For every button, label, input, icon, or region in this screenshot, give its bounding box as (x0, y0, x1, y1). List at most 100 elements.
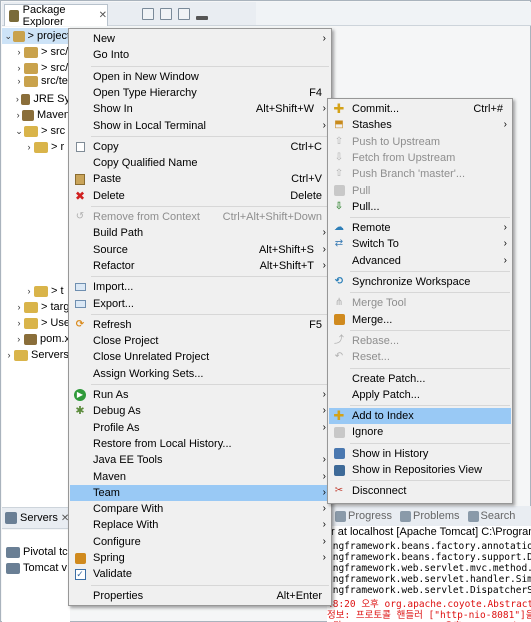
team-item-label: Push Branch 'master'... (352, 168, 466, 181)
tree-item-t[interactable]: › > t (2, 283, 70, 299)
collapsed-chevron-icon[interactable]: › (4, 350, 14, 360)
tree-item-use[interactable]: › > Use (2, 315, 70, 331)
menu-item-profile-as[interactable]: Profile As › (70, 420, 330, 436)
menu-item-refresh[interactable]: ⟳ Refresh F5 (70, 317, 330, 333)
team-item-push-to-upstream[interactable]: ⇧ Push to Upstream (329, 134, 511, 150)
menu-item-compare-with[interactable]: Compare With › (70, 501, 330, 517)
collapsed-chevron-icon[interactable]: › (24, 286, 34, 296)
collapsed-chevron-icon[interactable]: › (14, 47, 24, 57)
collapsed-chevron-icon[interactable]: › (24, 142, 34, 152)
menu-item-close-unrelated-project[interactable]: Close Unrelated Project (70, 349, 330, 365)
tab-search[interactable]: Search (467, 510, 515, 522)
tree-item-jre-sy[interactable]: › JRE Sy (2, 91, 70, 107)
paste-icon (74, 173, 86, 185)
team-item-commit[interactable]: ✚ Commit... Ctrl+# (329, 101, 511, 117)
menu-item-remove-from-context[interactable]: ↺ Remove from Context Ctrl+Alt+Shift+Down (70, 209, 330, 225)
team-item-reset[interactable]: ↶ Reset... (329, 349, 511, 365)
tree-item-src[interactable]: ⌄ > src (2, 123, 70, 139)
menu-item-open-in-new-window[interactable]: Open in New Window (70, 69, 330, 85)
menu-item-paste[interactable]: Paste Ctrl+V (70, 171, 330, 187)
team-item-switch-to[interactable]: ⇄ Switch To › (329, 236, 511, 252)
menu-item-export[interactable]: Export... (70, 296, 330, 312)
team-item-show-in-history[interactable]: Show in History (329, 446, 511, 462)
menu-item-run-as[interactable]: ▶ Run As › (70, 387, 330, 403)
team-item-apply-patch[interactable]: Apply Patch... (329, 387, 511, 403)
team-item-show-in-repositories-view[interactable]: Show in Repositories View (329, 462, 511, 478)
team-item-push-branch-master[interactable]: ⇧ Push Branch 'master'... (329, 166, 511, 182)
team-item-merge-tool[interactable]: ⋔ Merge Tool (329, 295, 511, 311)
tree-item-targ[interactable]: › > targ (2, 299, 70, 315)
team-item-fetch-from-upstream[interactable]: ⇩ Fetch from Upstream (329, 150, 511, 166)
menu-item-label: Source (93, 243, 128, 256)
menu-item-validate[interactable]: ✓ Validate (70, 566, 330, 582)
menu-item-new[interactable]: New › (70, 31, 330, 47)
menu-item-copy[interactable]: Copy Ctrl+C (70, 139, 330, 155)
expanded-chevron-icon[interactable]: ⌄ (4, 31, 13, 42)
expanded-chevron-icon[interactable]: ⌄ (14, 126, 24, 137)
team-item-pull[interactable]: Pull (329, 183, 511, 199)
close-icon[interactable]: ✕ (99, 10, 107, 21)
tree-item-servers[interactable]: › Servers (2, 347, 70, 363)
menu-item-copy-qualified-name[interactable]: Copy Qualified Name (70, 155, 330, 171)
shortcut-label: Alt+Shift+S (258, 243, 314, 256)
team-item-synchronize-workspace[interactable]: ⟲ Synchronize Workspace (329, 274, 511, 290)
menu-item-replace-with[interactable]: Replace With › (70, 517, 330, 533)
team-item-add-to-index[interactable]: ✚ Add to Index (329, 408, 511, 425)
tree-item-pom-x[interactable]: › pom.x (2, 331, 70, 347)
menu-item-source[interactable]: Source Alt+Shift+S › (70, 242, 330, 258)
team-item-stashes[interactable]: ⬒ Stashes › (329, 117, 511, 133)
collapse-all-icon[interactable] (142, 8, 154, 20)
menu-item-debug-as[interactable]: ✱ Debug As › (70, 403, 330, 419)
tab-package-explorer[interactable]: Package Explorer ✕ (4, 4, 108, 28)
menu-item-maven[interactable]: Maven › (70, 469, 330, 485)
menu-item-go-into[interactable]: Go Into (70, 47, 330, 63)
menu-item-open-type-hierarchy[interactable]: Open Type Hierarchy F4 (70, 85, 330, 101)
team-item-merge[interactable]: Merge... (329, 312, 511, 328)
menu-item-show-in[interactable]: Show In Alt+Shift+W › (70, 101, 330, 117)
team-item-create-patch[interactable]: Create Patch... (329, 371, 511, 387)
team-item-disconnect[interactable]: ✂ Disconnect (329, 483, 511, 499)
server-item[interactable]: Tomcat v (2, 560, 67, 576)
collapsed-chevron-icon[interactable]: › (14, 76, 24, 86)
link-editor-icon[interactable] (160, 8, 172, 20)
team-item-remote[interactable]: ☁ Remote › (329, 220, 511, 236)
menu-item-import[interactable]: Import... (70, 279, 330, 295)
collapsed-chevron-icon[interactable]: › (14, 110, 22, 120)
collapsed-chevron-icon[interactable]: › (14, 334, 24, 344)
server-item[interactable]: Pivotal tc (2, 544, 68, 560)
menu-item-refactor[interactable]: Refactor Alt+Shift+T › (70, 258, 330, 274)
submenu-arrow-icon: › (322, 259, 326, 271)
menu-item-configure[interactable]: Configure › (70, 534, 330, 550)
team-item-label: Push to Upstream (352, 135, 441, 148)
tree-item-project[interactable]: ⌄ > project (2, 28, 70, 44)
menu-item-delete[interactable]: ✖ Delete Delete (70, 188, 330, 204)
menu-item-build-path[interactable]: Build Path › (70, 225, 330, 241)
menu-item-java-ee-tools[interactable]: Java EE Tools › (70, 452, 330, 468)
collapsed-chevron-icon[interactable]: › (14, 302, 24, 312)
tab-progress[interactable]: Progress (335, 510, 392, 522)
menu-item-spring[interactable]: Spring › (70, 550, 330, 566)
team-item-ignore[interactable]: Ignore (329, 424, 511, 440)
tree-item-src[interactable]: › > src/ (2, 44, 70, 60)
menu-item-show-in-local-terminal[interactable]: Show in Local Terminal › (70, 118, 330, 134)
menu-item-properties[interactable]: Properties Alt+Enter (70, 588, 330, 604)
tab-problems[interactable]: Problems (400, 510, 460, 522)
team-item-advanced[interactable]: Advanced › (329, 253, 511, 269)
menu-item-close-project[interactable]: Close Project (70, 333, 330, 349)
tab-servers[interactable]: Servers (20, 512, 58, 524)
minimize-icon[interactable] (196, 16, 208, 20)
menu-item-assign-working-sets[interactable]: Assign Working Sets... (70, 366, 330, 382)
tree-item-r[interactable]: › > r (2, 139, 70, 155)
team-item-rebase[interactable]: ⤴ Rebase... (329, 333, 511, 349)
team-item-pull[interactable]: ⇩ Pull... (329, 199, 511, 215)
stash-icon: ⬒ (334, 119, 344, 131)
switch-icon: ⇄ (334, 238, 344, 250)
tree-item-src-te[interactable]: › src/te (2, 73, 70, 89)
tree-item-maven[interactable]: › Maven (2, 107, 70, 123)
menu-item-team[interactable]: Team › (70, 484, 330, 501)
collapsed-chevron-icon[interactable]: › (14, 63, 24, 73)
menu-item-restore-from-local-history[interactable]: Restore from Local History... (70, 436, 330, 452)
collapsed-chevron-icon[interactable]: › (14, 94, 21, 104)
view-menu-icon[interactable] (178, 8, 190, 20)
collapsed-chevron-icon[interactable]: › (14, 318, 24, 328)
